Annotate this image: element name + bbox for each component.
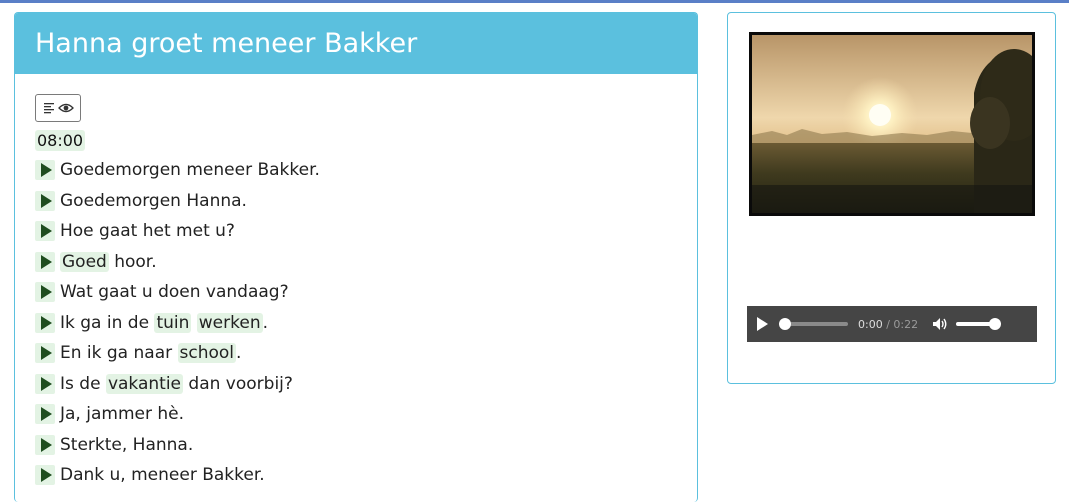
- lesson-body: 08:00 Goedemorgen meneer Bakker. Goedemor…: [15, 74, 697, 491]
- line-text: dan voorbij?: [183, 373, 293, 394]
- play-icon: [40, 437, 52, 452]
- vocab-word[interactable]: vakantie: [105, 373, 184, 394]
- audio-player: 0:00 / 0:22: [747, 306, 1037, 342]
- lesson-panel: Hanna groet meneer Bakker 08:00 Goedemor…: [14, 12, 698, 502]
- dialogue-line: Hoe gaat het met u?: [35, 216, 697, 247]
- play-icon: [40, 407, 52, 422]
- play-line-button[interactable]: [35, 312, 55, 333]
- play-line-button[interactable]: [35, 221, 55, 242]
- dialogue-line: Is de vakantie dan voorbij?: [35, 369, 697, 400]
- dialogue-line: Goed hoor.: [35, 247, 697, 278]
- dialogue-line: En ik ga naar school.: [35, 338, 697, 369]
- vocab-word[interactable]: werken: [196, 312, 263, 333]
- lesson-title: Hanna groet meneer Bakker: [15, 13, 697, 74]
- audio-current-time: 0:00: [858, 317, 883, 331]
- line-text: .: [236, 343, 242, 364]
- volume-icon[interactable]: [932, 317, 948, 331]
- volume-slider-handle[interactable]: [989, 318, 1002, 330]
- vocab-word[interactable]: school: [177, 343, 237, 364]
- play-line-button[interactable]: [35, 465, 55, 486]
- line-text: Goedemorgen Hanna.: [60, 190, 247, 211]
- dialogue-line: Wat gaat u doen vandaag?: [35, 277, 697, 308]
- play-line-button[interactable]: [35, 404, 55, 425]
- play-line-button[interactable]: [35, 282, 55, 303]
- dialogue-line: Dank u, meneer Bakker.: [35, 460, 697, 491]
- line-text: Sterkte, Hanna.: [60, 434, 194, 455]
- line-text: En ik ga naar: [60, 343, 178, 364]
- play-line-button[interactable]: [35, 434, 55, 455]
- play-icon: [40, 254, 52, 269]
- dialogue-line: Goedemorgen Hanna.: [35, 186, 697, 217]
- audio-time-separator: /: [882, 317, 894, 331]
- line-text: Hoe gaat het met u?: [60, 221, 235, 242]
- line-text: [191, 313, 196, 333]
- line-text: .: [262, 312, 269, 333]
- dialogue-list: Goedemorgen meneer Bakker. Goedemorgen Ha…: [35, 155, 697, 491]
- line-text: Wat gaat u doen vandaag?: [60, 282, 289, 303]
- play-icon: [40, 376, 52, 391]
- line-text: hoor.: [108, 251, 157, 272]
- audio-duration: 0:22: [893, 317, 919, 331]
- play-icon: [40, 163, 52, 178]
- line-text: Dank u, meneer Bakker.: [60, 465, 265, 486]
- line-text: Ja, jammer hè.: [60, 404, 184, 425]
- play-icon: [40, 346, 52, 361]
- play-icon: [40, 285, 52, 300]
- line-text: Is de: [60, 373, 106, 394]
- line-text: Goedemorgen meneer Bakker.: [60, 160, 320, 181]
- dialogue-line: Ja, jammer hè.: [35, 399, 697, 430]
- transcript-toggle-button[interactable]: [35, 94, 81, 122]
- line-text: Ik ga in de: [60, 312, 155, 333]
- play-line-button[interactable]: [35, 373, 55, 394]
- play-line-button[interactable]: [35, 343, 55, 364]
- audio-seek-handle[interactable]: [779, 318, 791, 330]
- media-panel: 0:00 / 0:22: [727, 12, 1056, 384]
- play-icon: [40, 468, 52, 483]
- audio-time: 0:00 / 0:22: [858, 318, 918, 331]
- play-line-button[interactable]: [35, 160, 55, 181]
- vocab-word[interactable]: tuin: [154, 312, 192, 333]
- volume-slider[interactable]: [956, 318, 1002, 330]
- vocab-word[interactable]: Goed: [60, 251, 109, 272]
- text-lines-icon: [43, 99, 56, 118]
- play-icon: [40, 315, 52, 330]
- sunrise-landscape-image: [749, 32, 1035, 216]
- dialogue-line: Ik ga in de tuin werken.: [35, 308, 697, 339]
- top-rule: [0, 0, 1069, 3]
- dialogue-line: Sterkte, Hanna.: [35, 430, 697, 461]
- eye-icon: [57, 99, 74, 118]
- audio-play-button[interactable]: [757, 317, 768, 331]
- time-label: 08:00: [35, 130, 86, 151]
- audio-seek-bar[interactable]: [779, 318, 848, 330]
- play-icon: [40, 193, 52, 208]
- play-line-button[interactable]: [35, 190, 55, 211]
- dialogue-line: Goedemorgen meneer Bakker.: [35, 155, 697, 186]
- play-line-button[interactable]: [35, 251, 55, 272]
- play-icon: [40, 224, 52, 239]
